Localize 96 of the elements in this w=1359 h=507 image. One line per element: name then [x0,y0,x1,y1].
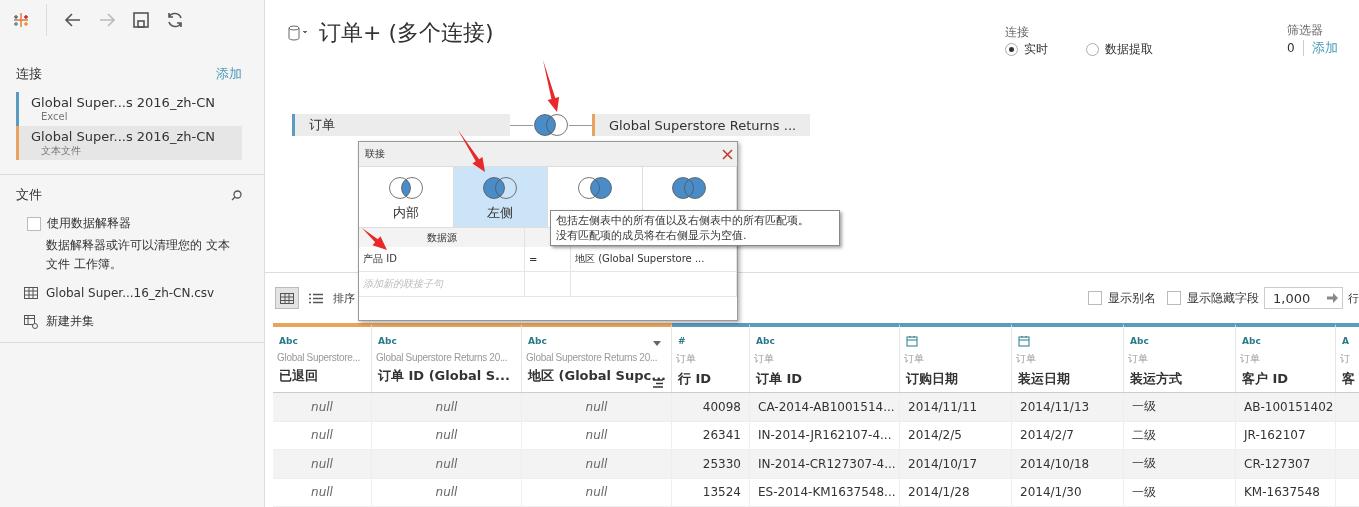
radio-option[interactable]: 实时 [1005,41,1048,58]
connections-heading: 连接 [16,65,42,83]
filter-count: 0 [1287,41,1295,55]
table-cell: CR-127307 [1236,450,1336,478]
string-type-label: Abc [1130,335,1149,348]
table-cell: null [372,421,522,450]
sort-label[interactable]: 排序 [333,290,355,306]
table-cell: ES-2014-KM1637548... [750,478,900,506]
table-cell: IN-2014-CR127307-4... [750,450,900,478]
table-cell: 25330 [672,450,750,478]
join-type-button[interactable]: 左侧 [453,167,548,227]
table-cell: null [372,393,522,421]
number-type-label: # [678,335,686,348]
table-cell: 2014/11/13 [1012,393,1124,421]
tooltip-text: 没有匹配项的成员将在右侧显示为空值. [556,228,748,243]
table-cell: JR-162107 [1236,421,1336,450]
checkbox[interactable] [1088,291,1102,305]
rows-label: 行 [1348,290,1359,306]
database-icon[interactable] [287,25,309,41]
search-icon[interactable] [231,189,242,201]
annotation-arrow [458,130,485,172]
list-icon [309,292,323,304]
string-type-label: Abc [279,335,298,348]
table-cell: null [522,421,672,450]
table-cell: 一级 [1124,478,1236,506]
string-type-label: Abc [1242,335,1261,348]
row-limit-field[interactable]: 1,000 [1264,287,1343,309]
connection-label: 连接 [1005,24,1030,41]
table-cell: null [522,450,672,478]
table-cell: null [273,393,372,421]
save-icon [131,10,151,30]
table-pill[interactable]: 订单 [292,114,510,136]
table-cell: null [273,450,372,478]
grid-view-button[interactable] [275,287,299,309]
table-item[interactable]: Global Super...16_zh-CN.csv [0,286,264,300]
grid-icon [280,292,294,304]
close-icon[interactable] [722,148,733,160]
files-heading: 文件 [16,186,42,204]
refresh-icon [165,10,185,30]
table-cell: AB-100151402 [1236,393,1336,421]
table-cell: 2014/1/28 [900,478,1012,506]
checkbox-label: 使用数据解释器 [47,215,131,232]
table-cell: IN-2014-JR162107-4... [750,421,900,450]
checkbox-label: 显示隐藏字段 [1187,289,1259,307]
data-source-title: 订单+ (多个连接) [319,19,494,47]
string-type-label: Abc [528,335,547,348]
annotation-arrow [362,228,387,250]
checkbox-label: 显示别名 [1108,289,1156,307]
logo-icon [12,11,30,29]
table-cell: null [522,393,672,421]
table-cell: 26341 [672,421,750,450]
table-cell: null [522,478,672,506]
union-icon [24,314,38,329]
checkbox[interactable] [1167,291,1181,305]
filters-label: 筛选器 [1287,22,1324,39]
table-pill[interactable]: Global Superstore Returns ... [592,114,810,136]
string-type-label: A [1342,335,1349,348]
table-cell: null [372,478,522,506]
table-cell: 13524 [672,478,750,506]
table-cell: 一级 [1124,393,1236,421]
venn-icon [482,176,519,200]
checkbox[interactable] [27,216,41,231]
table-cell: 2014/2/7 [1012,421,1124,450]
arrow-right-icon [1327,293,1338,303]
string-type-label: Abc [378,335,397,348]
table-cell: null [372,450,522,478]
join-icon [533,113,569,137]
radio-option[interactable]: 数据提取 [1086,41,1153,58]
table-cell: 2014/11/11 [900,393,1012,421]
venn-icon [576,176,613,200]
join-field[interactable]: 地区 (Global Superstore ... [571,247,737,271]
table-cell: KM-1637548 [1236,478,1336,506]
connection-item[interactable]: Global Super...s 2016_zh-CN 文本文件 [16,126,242,160]
table-cell: null [273,478,372,506]
venn-icon [387,176,424,200]
table-cell: 40098 [672,393,750,421]
dialog-title: 联接 [365,147,385,161]
table-cell: CA-2014-AB1001514... [750,393,900,421]
table-cell: 二级 [1124,421,1236,450]
table-cell: 2014/10/17 [900,450,1012,478]
calendar-icon [1018,335,1030,347]
table-cell: 2014/2/5 [900,421,1012,450]
dropdown-caret-icon[interactable] [653,341,661,346]
table-cell: 2014/1/30 [1012,478,1124,506]
table-icon [24,287,38,299]
table-cell: 2014/10/18 [1012,450,1124,478]
calendar-icon [906,335,918,347]
string-type-label: Abc [756,335,775,348]
venn-icon [671,176,708,200]
new-union-item[interactable]: 新建并集 [0,313,264,330]
table-cell: 一级 [1124,450,1236,478]
interpreter-note: 数据解释器或许可以清理您的 文本文件 工作簿。 [45,237,231,273]
join-type-button[interactable]: 内部 [359,167,454,227]
join-operator[interactable]: = [525,247,571,271]
tooltip-text: 包括左侧表中的所有值以及右侧表中的所有匹配项。 [556,213,810,228]
table-cell: null [273,421,372,450]
